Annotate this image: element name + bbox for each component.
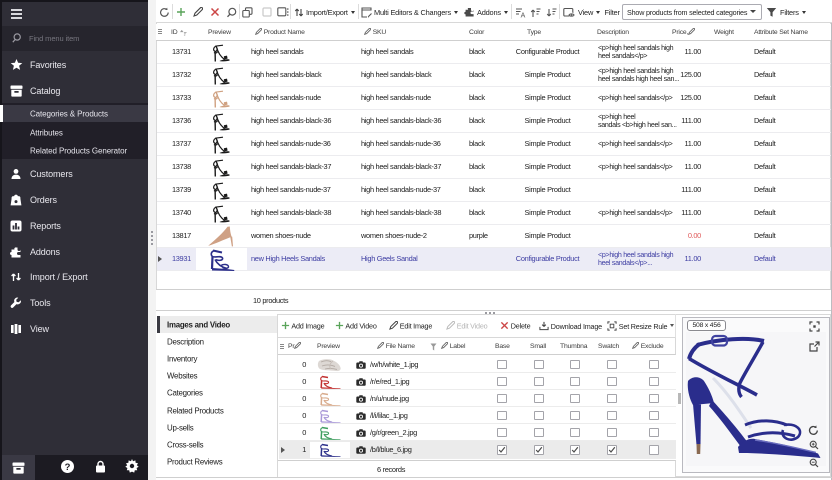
svg-text:A: A — [520, 12, 525, 18]
svg-text:?: ? — [65, 462, 71, 473]
